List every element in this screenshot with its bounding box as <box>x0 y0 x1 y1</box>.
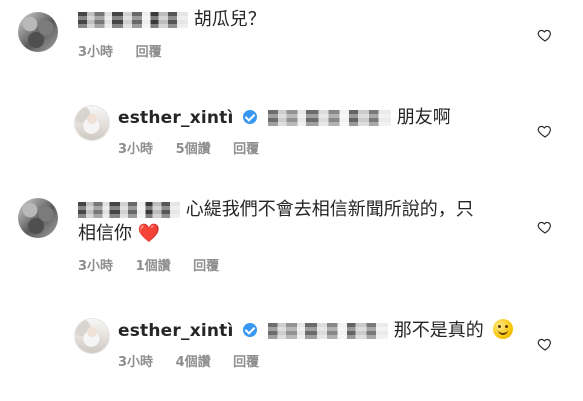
time-label: 3小時 <box>78 259 114 274</box>
esther-avatar[interactable] <box>74 318 110 354</box>
username[interactable]: esther_xintì <box>118 321 234 341</box>
comment-text-line-2: 相信你 <box>78 223 132 244</box>
comment-text-line-1: 心緹我們不會去相信新聞所說的，只 <box>185 199 474 220</box>
mention-redacted[interactable] <box>268 110 392 126</box>
username-redacted[interactable] <box>78 202 180 218</box>
reply-button[interactable]: 回覆 <box>193 259 219 274</box>
comment-text-row-2: 相信你 ❤️ <box>78 222 160 246</box>
comment-item-4: esther_xintì 那不是真的 3小時 4個讚 回覆 <box>0 308 583 398</box>
commenter-avatar[interactable] <box>18 198 58 238</box>
likes-count[interactable]: 4個讚 <box>176 355 211 370</box>
likes-count[interactable]: 5個讚 <box>176 142 211 157</box>
esther-avatar[interactable] <box>74 105 110 141</box>
heart-outline-icon[interactable] <box>537 336 553 352</box>
comment-text-row: 胡瓜兒？ <box>78 8 266 32</box>
mention-redacted[interactable] <box>268 323 389 339</box>
time-label: 3小時 <box>118 355 154 370</box>
likes-count[interactable]: 1個讚 <box>136 259 171 274</box>
comment-meta: 3小時 4個讚 回覆 <box>118 355 277 371</box>
comment-meta: 3小時 5個讚 回覆 <box>118 142 277 158</box>
verified-badge-icon <box>242 323 257 337</box>
heart-outline-icon[interactable] <box>537 123 553 139</box>
time-label: 3小時 <box>78 45 114 60</box>
time-label: 3小時 <box>118 142 154 157</box>
comment-item-2: esther_xintì 朋友啊 3小時 5個讚 回覆 <box>0 95 583 175</box>
heart-outline-icon[interactable] <box>537 219 553 235</box>
comment-text-row: esther_xintì 那不是真的 <box>118 319 514 343</box>
comment-item-1: 胡瓜兒？ 3小時 回覆 <box>0 0 583 70</box>
comment-text: 那不是真的 <box>393 320 484 341</box>
comment-text-row-1: 心緹我們不會去相信新聞所說的，只 <box>78 198 474 222</box>
comment-text-row: esther_xintì 朋友啊 <box>118 106 451 130</box>
heart-outline-icon[interactable] <box>537 27 553 43</box>
comment-item-3: 心緹我們不會去相信新聞所說的，只 相信你 ❤️ 3小時 1個讚 回覆 <box>0 190 583 290</box>
comment-text: 胡瓜兒？ <box>193 9 266 30</box>
reply-button[interactable]: 回覆 <box>233 142 259 157</box>
comment-text: 朋友啊 <box>396 107 451 128</box>
comment-meta: 3小時 回覆 <box>78 45 180 61</box>
commenter-avatar[interactable] <box>18 12 58 52</box>
reply-button[interactable]: 回覆 <box>136 45 162 60</box>
username-redacted[interactable] <box>78 12 188 28</box>
reply-button[interactable]: 回覆 <box>233 355 259 370</box>
comment-meta: 3小時 1個讚 回覆 <box>78 259 237 275</box>
username[interactable]: esther_xintì <box>118 108 234 128</box>
heart-emoji: ❤️ <box>137 223 161 244</box>
smile-emoji-icon <box>493 319 514 339</box>
verified-badge-icon <box>242 110 257 124</box>
